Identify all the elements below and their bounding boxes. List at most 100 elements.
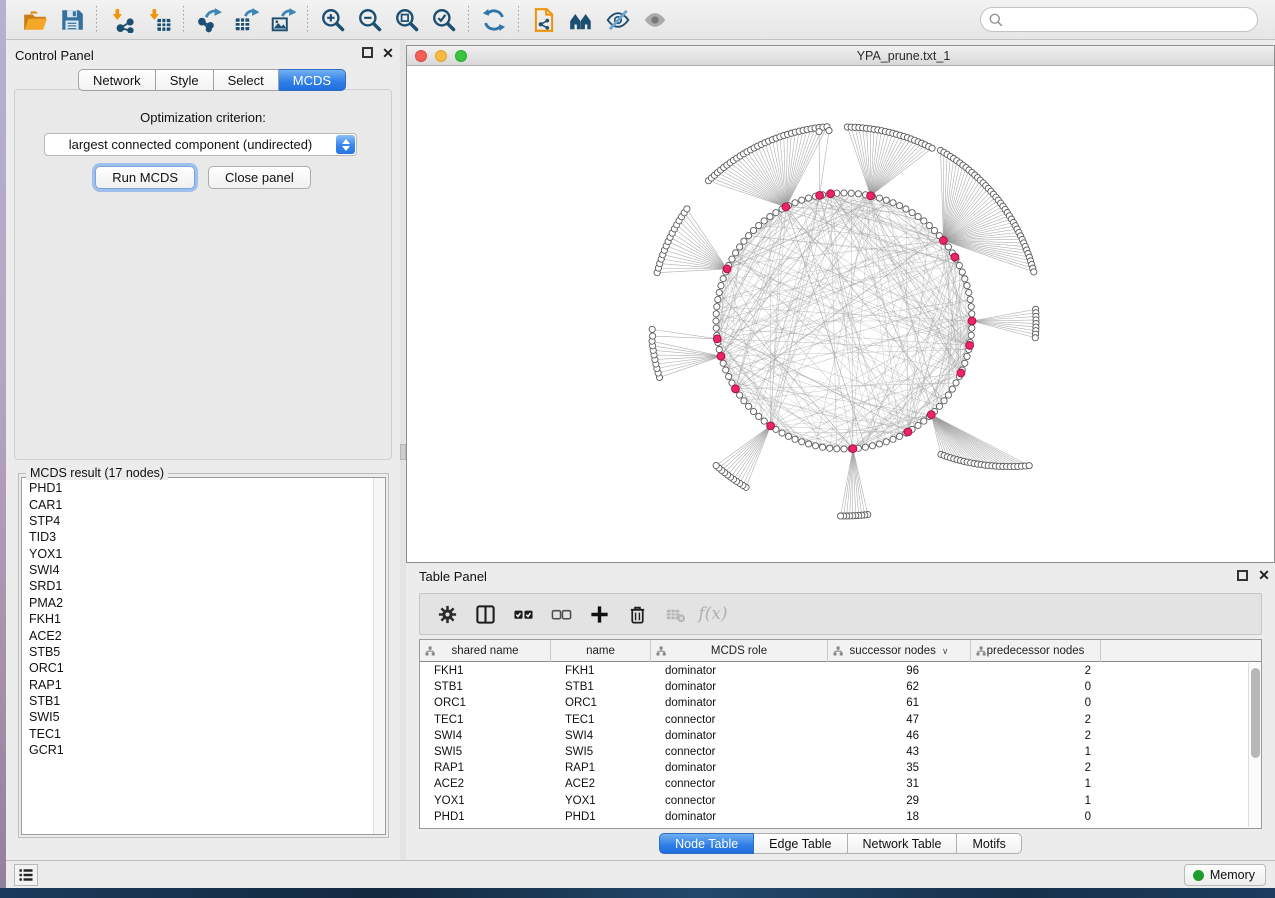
table-cell[interactable]: 61 bbox=[828, 695, 971, 711]
optimization-criterion-dropdown[interactable]: largest connected component (undirected) bbox=[44, 133, 357, 156]
column-header-successor-nodes[interactable]: successor nodes∨ bbox=[828, 640, 971, 662]
table-cell[interactable]: 0 bbox=[971, 809, 1101, 825]
table-row[interactable]: TEC1TEC1connector472 bbox=[420, 712, 1247, 728]
zoom-selected-button[interactable] bbox=[425, 4, 462, 36]
table-cell[interactable]: connector bbox=[651, 744, 828, 760]
table-cell[interactable]: dominator bbox=[651, 663, 828, 679]
export-network-button[interactable] bbox=[190, 4, 227, 36]
minimize-window-icon[interactable] bbox=[435, 50, 447, 62]
mcds-result-item[interactable]: TEC1 bbox=[22, 726, 372, 742]
run-mcds-button[interactable]: Run MCDS bbox=[95, 166, 195, 189]
tab-edge-table[interactable]: Edge Table bbox=[754, 833, 847, 854]
table-cell[interactable]: ACE2 bbox=[551, 776, 651, 792]
close-table-panel-icon[interactable]: ✕ bbox=[1257, 569, 1271, 583]
mcds-result-item[interactable]: SRD1 bbox=[22, 578, 372, 594]
table-cell[interactable]: RAP1 bbox=[420, 760, 551, 776]
table-row[interactable]: ACE2ACE2connector311 bbox=[420, 776, 1247, 792]
table-cell[interactable]: connector bbox=[651, 793, 828, 809]
table-cell[interactable]: 29 bbox=[828, 793, 971, 809]
tab-network-table[interactable]: Network Table bbox=[848, 833, 958, 854]
table-cell[interactable]: RAP1 bbox=[551, 760, 651, 776]
table-row[interactable]: SWI5SWI5connector431 bbox=[420, 744, 1247, 760]
save-session-button[interactable] bbox=[53, 4, 90, 36]
mcds-result-item[interactable]: PHD1 bbox=[22, 480, 372, 496]
import-network-button[interactable] bbox=[103, 4, 140, 36]
table-scrollbar[interactable] bbox=[1248, 663, 1261, 827]
table-cell[interactable]: 2 bbox=[971, 728, 1101, 744]
mcds-result-item[interactable]: YOX1 bbox=[22, 546, 372, 562]
mcds-result-item[interactable]: FKH1 bbox=[22, 611, 372, 627]
settings-gear-button[interactable] bbox=[428, 599, 466, 629]
table-cell[interactable]: connector bbox=[651, 776, 828, 792]
table-cell[interactable]: 0 bbox=[971, 695, 1101, 711]
table-cell[interactable]: SWI5 bbox=[551, 744, 651, 760]
float-table-panel-icon[interactable] bbox=[1237, 570, 1248, 581]
table-cell[interactable]: PHD1 bbox=[420, 809, 551, 825]
table-cell[interactable]: STB1 bbox=[420, 679, 551, 695]
table-cell[interactable]: FKH1 bbox=[551, 663, 651, 679]
table-cell[interactable]: connector bbox=[651, 712, 828, 728]
table-cell[interactable]: STB1 bbox=[551, 679, 651, 695]
mcds-result-item[interactable]: STP4 bbox=[22, 513, 372, 529]
task-history-button[interactable] bbox=[14, 864, 38, 886]
tab-select[interactable]: Select bbox=[214, 69, 279, 91]
table-row[interactable]: PHD1PHD1dominator180 bbox=[420, 809, 1247, 825]
table-cell[interactable]: 62 bbox=[828, 679, 971, 695]
close-panel-button[interactable]: Close panel bbox=[208, 166, 311, 189]
mcds-result-item[interactable]: SWI5 bbox=[22, 709, 372, 725]
table-cell[interactable]: 31 bbox=[828, 776, 971, 792]
table-row[interactable]: STB1STB1dominator620 bbox=[420, 679, 1247, 695]
close-panel-icon[interactable]: ✕ bbox=[381, 47, 395, 61]
table-cell[interactable]: SWI4 bbox=[551, 728, 651, 744]
network-window-titlebar[interactable]: YPA_prune.txt_1 bbox=[407, 46, 1274, 66]
table-cell[interactable]: 47 bbox=[828, 712, 971, 728]
tab-network[interactable]: Network bbox=[78, 69, 156, 91]
table-row[interactable]: YOX1YOX1connector291 bbox=[420, 793, 1247, 809]
table-row[interactable]: ORC1ORC1dominator610 bbox=[420, 695, 1247, 711]
table-cell[interactable]: PHD1 bbox=[551, 809, 651, 825]
table-row[interactable]: RAP1RAP1dominator352 bbox=[420, 760, 1247, 776]
export-table-button[interactable] bbox=[227, 4, 264, 36]
add-column-button[interactable] bbox=[580, 599, 618, 629]
zoom-out-button[interactable] bbox=[351, 4, 388, 36]
table-cell[interactable]: ACE2 bbox=[420, 776, 551, 792]
table-cell[interactable]: 1 bbox=[971, 793, 1101, 809]
table-cell[interactable]: dominator bbox=[651, 809, 828, 825]
table-scrollbar-thumb[interactable] bbox=[1251, 668, 1260, 758]
table-cell[interactable]: ORC1 bbox=[551, 695, 651, 711]
tab-node-table[interactable]: Node Table bbox=[659, 833, 754, 854]
table-cell[interactable]: dominator bbox=[651, 728, 828, 744]
table-row[interactable]: FKH1FKH1dominator962 bbox=[420, 663, 1247, 679]
hide-selected-button[interactable] bbox=[599, 4, 636, 36]
column-header-shared-name[interactable]: shared name bbox=[420, 640, 551, 662]
table-cell[interactable]: 0 bbox=[971, 679, 1101, 695]
refresh-layout-button[interactable] bbox=[475, 4, 512, 36]
open-file-button[interactable] bbox=[16, 4, 53, 36]
zoom-fit-button[interactable] bbox=[388, 4, 425, 36]
table-cell[interactable]: 35 bbox=[828, 760, 971, 776]
network-overview-button[interactable] bbox=[562, 4, 599, 36]
table-cell[interactable]: dominator bbox=[651, 760, 828, 776]
network-canvas[interactable] bbox=[407, 66, 1274, 562]
table-cell[interactable]: 18 bbox=[828, 809, 971, 825]
mcds-result-item[interactable]: ORC1 bbox=[22, 660, 372, 676]
table-cell[interactable]: 43 bbox=[828, 744, 971, 760]
mcds-result-item[interactable]: ACE2 bbox=[22, 627, 372, 643]
table-cell[interactable]: YOX1 bbox=[420, 793, 551, 809]
table-cell[interactable]: 96 bbox=[828, 663, 971, 679]
split-view-button[interactable] bbox=[466, 599, 504, 629]
table-cell[interactable]: SWI5 bbox=[420, 744, 551, 760]
export-image-button[interactable] bbox=[264, 4, 301, 36]
import-table-button[interactable] bbox=[140, 4, 177, 36]
memory-button[interactable]: Memory bbox=[1184, 864, 1266, 886]
delete-column-button[interactable] bbox=[618, 599, 656, 629]
table-cell[interactable]: FKH1 bbox=[420, 663, 551, 679]
column-header-predecessor-nodes[interactable]: predecessor nodes bbox=[971, 640, 1101, 662]
mcds-result-item[interactable]: STB5 bbox=[22, 644, 372, 660]
mcds-result-item[interactable]: RAP1 bbox=[22, 677, 372, 693]
table-cell[interactable]: dominator bbox=[651, 679, 828, 695]
float-panel-icon[interactable] bbox=[362, 47, 373, 58]
mcds-result-item[interactable]: PMA2 bbox=[22, 595, 372, 611]
mcds-result-item[interactable]: STB1 bbox=[22, 693, 372, 709]
table-cell[interactable]: TEC1 bbox=[420, 712, 551, 728]
